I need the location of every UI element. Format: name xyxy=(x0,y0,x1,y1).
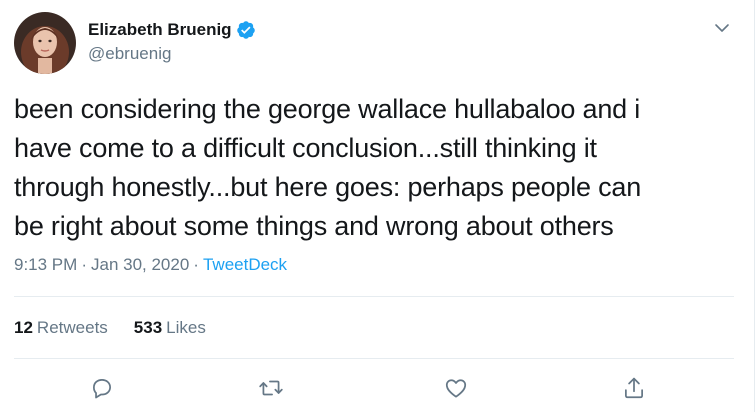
tweet-text-line: have come to a difficult conclusion...st… xyxy=(14,133,597,163)
tweet-text: been considering the george wallace hull… xyxy=(14,90,734,246)
author-names: Elizabeth Bruenig @ebruenig xyxy=(88,19,256,64)
tweet-card: Elizabeth Bruenig @ebruenig been conside… xyxy=(0,0,755,412)
handle[interactable]: @ebruenig xyxy=(88,44,256,64)
likes-stat[interactable]: 533 Likes xyxy=(134,318,206,338)
tweet-actions xyxy=(0,375,755,405)
retweets-label: Retweets xyxy=(36,318,108,337)
tweet-source-link[interactable]: TweetDeck xyxy=(203,255,287,274)
retweets-stat[interactable]: 12 Retweets xyxy=(14,318,108,338)
tweet-meta: 9:13 PM · Jan 30, 2020 · TweetDeck xyxy=(14,255,287,275)
retweets-count: 12 xyxy=(14,318,33,337)
divider xyxy=(14,358,734,359)
tweet-time[interactable]: 9:13 PM xyxy=(14,255,77,274)
tweet-text-line: through honestly...but here goes: perhap… xyxy=(14,172,642,202)
tweet-text-line: been considering the george wallace hull… xyxy=(14,94,641,124)
tweet-text-line: be right about some things and wrong abo… xyxy=(14,211,614,241)
likes-count: 533 xyxy=(133,318,163,337)
meta-separator: · xyxy=(193,255,199,274)
share-icon[interactable] xyxy=(621,375,647,401)
display-name[interactable]: Elizabeth Bruenig xyxy=(88,20,232,40)
meta-separator: · xyxy=(81,255,87,274)
tweet-date[interactable]: Jan 30, 2020 xyxy=(91,255,189,274)
avatar[interactable] xyxy=(14,12,76,74)
tweet-stats: 12 Retweets 533 Likes xyxy=(14,318,232,338)
retweet-icon[interactable] xyxy=(258,375,284,401)
reply-icon[interactable] xyxy=(89,375,115,401)
tweet-header: Elizabeth Bruenig @ebruenig xyxy=(14,12,256,74)
verified-badge-icon xyxy=(236,20,256,40)
likes-label: Likes xyxy=(166,318,206,337)
divider xyxy=(14,296,734,297)
chevron-down-icon[interactable] xyxy=(714,20,730,36)
heart-icon[interactable] xyxy=(443,375,469,401)
display-name-row: Elizabeth Bruenig xyxy=(88,19,256,41)
